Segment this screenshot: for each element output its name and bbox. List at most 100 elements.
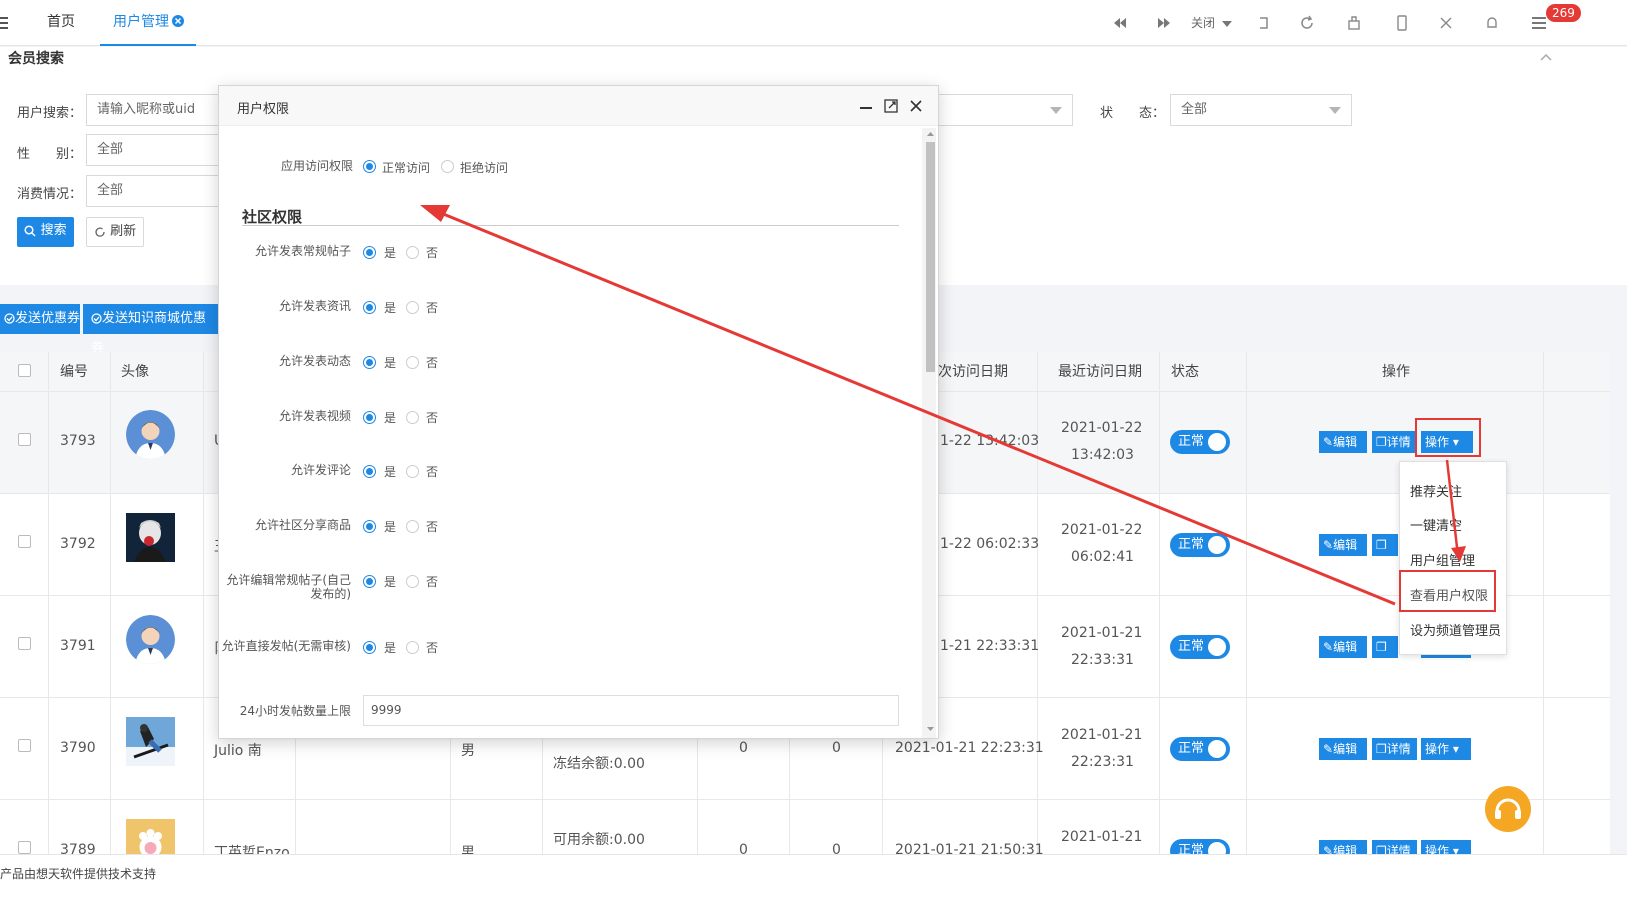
first-visit: 2021-01-21 22:23:31: [895, 740, 1044, 756]
search-button-label: 搜索: [40, 223, 67, 238]
refresh-icon[interactable]: [1298, 13, 1318, 33]
radio-yes[interactable]: [363, 641, 376, 654]
radio-yes[interactable]: [363, 246, 376, 259]
hamburger-icon[interactable]: [0, 16, 8, 30]
status-toggle[interactable]: 正常: [1170, 737, 1230, 761]
header-first-visit[interactable]: 次访问日期: [938, 352, 1008, 392]
refresh-icon: [94, 226, 106, 238]
row-checkbox[interactable]: [18, 739, 31, 752]
status-toggle[interactable]: 正常: [1170, 430, 1230, 454]
fullscreen-icon[interactable]: [1438, 13, 1458, 33]
count-1: 0: [739, 740, 748, 756]
edit-button[interactable]: ✎编辑: [1319, 636, 1367, 658]
action-button[interactable]: 操作 ▾: [1421, 738, 1471, 760]
recent-time: 13:42:03: [1071, 447, 1134, 463]
chevron-down-icon: ▾: [1452, 742, 1459, 756]
menu-item-group[interactable]: 用户组管理: [1410, 550, 1475, 569]
detail-button[interactable]: ❐详情: [1372, 636, 1398, 658]
status-select[interactable]: 全部: [1170, 94, 1352, 126]
gender-select[interactable]: 全部: [86, 134, 226, 166]
tab-user-management[interactable]: 用户管理: [100, 0, 196, 46]
menu-item-clear[interactable]: 一键清空: [1410, 515, 1462, 534]
radio-allow-access[interactable]: [363, 160, 376, 173]
radio-no[interactable]: [406, 575, 419, 588]
radio-no[interactable]: [406, 520, 419, 533]
radio-label: 是: [384, 411, 397, 425]
customer-service-icon[interactable]: [1485, 786, 1531, 832]
radio-no[interactable]: [406, 465, 419, 478]
menu-item-channel-admin[interactable]: 设为频道管理员: [1410, 620, 1501, 639]
header-recent-visit[interactable]: 最近访问日期: [1058, 352, 1142, 392]
modal-scrollbar-thumb[interactable]: [926, 142, 935, 372]
post-limit-input[interactable]: 9999: [363, 695, 899, 726]
close-icon[interactable]: [909, 99, 923, 113]
detail-button[interactable]: ❐详情: [1372, 534, 1398, 556]
bell-icon[interactable]: [1484, 13, 1504, 33]
copy-icon: ❐: [1376, 538, 1387, 552]
status-toggle[interactable]: 正常: [1170, 635, 1230, 659]
radio-no[interactable]: [406, 356, 419, 369]
search-button[interactable]: 搜索: [17, 217, 74, 247]
rewind-icon[interactable]: [1112, 13, 1132, 33]
modal-title: 用户权限: [237, 102, 290, 117]
close-tab-icon[interactable]: [172, 15, 184, 27]
row-checkbox[interactable]: [18, 841, 31, 854]
check-circle-icon: [4, 313, 15, 324]
radio-no[interactable]: [406, 411, 419, 424]
row-checkbox[interactable]: [18, 535, 31, 548]
edit-button[interactable]: ✎编辑: [1319, 738, 1367, 760]
radio-yes[interactable]: [363, 301, 376, 314]
notification-badge: 269: [1546, 4, 1581, 22]
perm-label: 允许直接发帖(无需审核): [221, 639, 351, 653]
collapse-icon[interactable]: [1540, 52, 1552, 62]
first-visit: 1-22 06:02:33: [940, 536, 1040, 552]
close-menu[interactable]: 关闭: [1191, 14, 1232, 31]
scroll-up-icon[interactable]: [926, 131, 935, 137]
clear-icon[interactable]: [1346, 13, 1366, 33]
radio-yes[interactable]: [363, 356, 376, 369]
radio-no[interactable]: [406, 301, 419, 314]
radio-yes[interactable]: [363, 411, 376, 424]
spend-select[interactable]: 全部: [86, 175, 226, 207]
row-checkbox[interactable]: [18, 433, 31, 446]
menu-item-recommend[interactable]: 推荐关注: [1410, 481, 1462, 500]
radio-no[interactable]: [406, 246, 419, 259]
edit-button[interactable]: ✎编辑: [1319, 431, 1367, 453]
select-all-checkbox[interactable]: [18, 364, 31, 377]
detail-button[interactable]: ❐详情: [1372, 431, 1417, 453]
maximize-icon[interactable]: [884, 99, 898, 113]
annotation-highlight: [1415, 418, 1481, 457]
fast-forward-icon[interactable]: [1156, 13, 1176, 33]
radio-deny-access[interactable]: [441, 160, 454, 173]
hidden-select[interactable]: [930, 94, 1073, 126]
detail-label: 详情: [1386, 435, 1411, 449]
send-coupon-button[interactable]: 发送优惠券: [0, 304, 80, 334]
radio-yes[interactable]: [363, 465, 376, 478]
status-value: 全部: [1181, 102, 1208, 117]
radio-yes[interactable]: [363, 575, 376, 588]
gender-value: 全部: [97, 142, 124, 157]
radio-label: 正常访问: [382, 161, 431, 175]
minimize-icon[interactable]: [859, 99, 873, 113]
scroll-down-icon[interactable]: [926, 726, 935, 732]
refresh-button[interactable]: 刷新: [86, 217, 144, 247]
edit-icon: ✎: [1323, 435, 1334, 449]
radio-no[interactable]: [406, 641, 419, 654]
mobile-icon[interactable]: [1395, 13, 1415, 33]
radio-label: 是: [384, 575, 397, 589]
detail-button[interactable]: ❐详情: [1372, 738, 1417, 760]
copy-icon: ❐: [1376, 435, 1387, 449]
avatar: [126, 717, 175, 766]
menu-icon[interactable]: [1531, 13, 1551, 33]
gender-label: 性 别：: [17, 147, 83, 162]
header-id[interactable]: 编号: [60, 352, 88, 392]
row-checkbox[interactable]: [18, 637, 31, 650]
tab-home[interactable]: 首页: [47, 0, 75, 46]
exit-icon[interactable]: [1256, 13, 1276, 33]
send-mall-coupon-button[interactable]: 发送知识商城优惠券: [83, 304, 218, 356]
radio-yes[interactable]: [363, 520, 376, 533]
status-toggle[interactable]: 正常: [1170, 533, 1230, 557]
edit-button[interactable]: ✎编辑: [1319, 534, 1367, 556]
perm-label: 允许发表常规帖子: [254, 244, 351, 258]
user-search-input[interactable]: 请输入昵称或uid: [86, 94, 226, 126]
